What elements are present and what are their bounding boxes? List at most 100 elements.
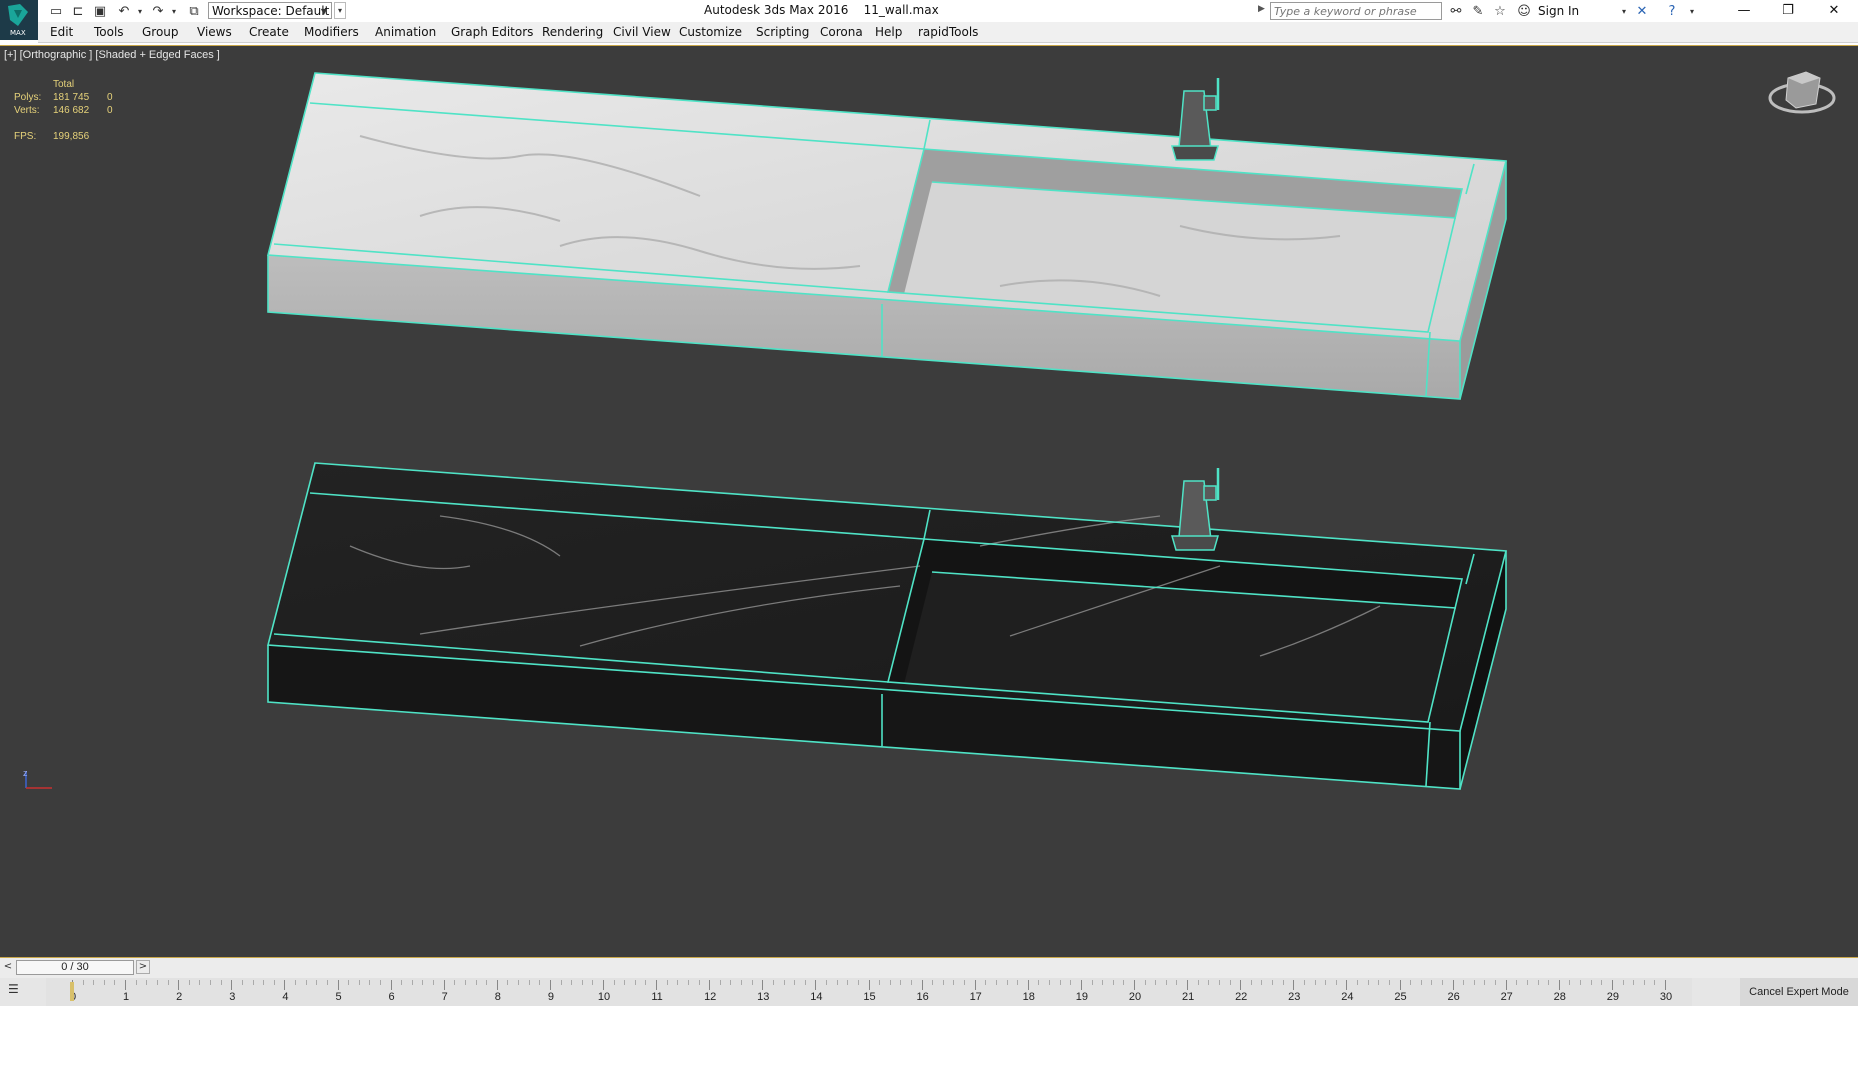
tick-label: 10 [597,991,611,1003]
menu-customize[interactable]: Customize [679,25,742,39]
sign-in-button[interactable]: Sign In [1538,4,1579,18]
tick-mark [1558,980,1560,990]
favorites-star-icon[interactable]: ☆ [1492,3,1508,19]
tick-label: 4 [282,991,289,1003]
search-expand-icon[interactable]: ▶ [1258,4,1265,14]
verts-value: 146 682 [53,105,90,116]
tick-minor-mark [1038,980,1040,985]
app-logo-button[interactable]: MAX [0,0,38,40]
tick-mark [762,980,764,990]
open-file-icon[interactable]: ⊏ [70,3,86,19]
menu-create[interactable]: Create [249,25,289,39]
time-slider-next-button[interactable]: > [136,960,150,974]
menu-bar: Edit Tools Group Views Create Modifiers … [38,22,1858,43]
viewport-label[interactable]: [+] [Orthographic ] [Shaded + Edged Face… [4,49,220,61]
menu-animation[interactable]: Animation [375,25,436,39]
tick-mark [815,980,817,990]
help-dropdown-icon[interactable]: ▾ [1684,3,1700,19]
tick-minor-mark [475,980,477,985]
customize-toolbar-icon[interactable]: ▾ [334,2,346,19]
time-slider-prev-button[interactable]: < [2,960,14,974]
curve-editor-toggle-icon[interactable]: ☰ [8,982,30,1000]
tick-minor-mark [1144,980,1146,985]
menu-help[interactable]: Help [875,25,902,39]
tick-mark [1080,980,1082,990]
menu-modifiers[interactable]: Modifiers [304,25,359,39]
tick-minor-mark [82,980,84,985]
viewcube[interactable] [1768,71,1836,114]
cancel-expert-mode-button[interactable]: Cancel Expert Mode [1740,978,1858,1006]
tick-mark [549,980,551,990]
search-input[interactable] [1270,2,1442,20]
subscription-icon[interactable]: ✎ [1470,3,1486,19]
minimize-icon[interactable]: — [1722,0,1766,22]
viewport-scene[interactable]: z [0,46,1858,958]
tick-minor-mark [528,980,530,985]
menu-corona[interactable]: Corona [820,25,863,39]
menu-graph-editors[interactable]: Graph Editors [451,25,533,39]
tick-label: 29 [1606,991,1620,1003]
save-file-icon[interactable]: ▣ [92,3,108,19]
axis-tripod-icon: z [23,768,52,789]
tick-minor-mark [1123,980,1125,985]
workspace-select[interactable]: Workspace: Default ▼ [208,2,332,19]
restore-icon[interactable]: ❐ [1766,0,1810,22]
tick-minor-mark [1112,980,1114,985]
tick-minor-mark [273,980,275,985]
tick-minor-mark [326,980,328,985]
current-frame-marker[interactable] [70,982,74,1001]
verts-selected: 0 [107,105,113,116]
sign-in-dropdown-icon[interactable]: ▾ [1616,3,1632,19]
tick-minor-mark [953,980,955,985]
tick-label: 18 [1022,991,1035,1003]
tick-minor-mark [772,980,774,985]
tick-mark [603,980,604,990]
menu-edit[interactable]: Edit [50,25,73,39]
white-marble-sink[interactable] [266,72,1508,400]
time-slider-bar: < 0 / 30 > [0,958,1858,978]
tick-mark [1027,980,1029,990]
menu-rendering[interactable]: Rendering [542,25,603,39]
tick-label: 3 [229,991,236,1003]
new-file-icon[interactable]: ▭ [48,3,64,19]
menu-civil-view[interactable]: Civil View [613,25,671,39]
tick-mark [231,980,233,990]
exchange-apps-icon[interactable]: ✕ [1634,3,1650,19]
menu-rapidtools[interactable]: rapidTools [918,25,978,39]
black-marble-sink[interactable] [266,462,1508,790]
tick-mark [1240,980,1242,990]
user-icon[interactable]: ☺ [1516,3,1532,19]
tick-minor-mark [241,980,243,985]
tick-minor-mark [486,980,488,985]
trackbar-timeline[interactable]: 0123456789101112131415161718192021222324… [46,978,1692,1006]
tick-minor-mark [964,980,966,985]
fps-value: 199,856 [53,131,90,142]
help-icon[interactable]: ? [1664,3,1680,19]
stats-header: Total [53,79,75,90]
project-folder-icon[interactable]: ⧉ [186,3,202,19]
tick-label: 12 [704,991,717,1003]
undo-dropdown-icon[interactable]: ▾ [132,3,148,19]
orthographic-viewport[interactable]: z [+] [Orthographic ] [Shaded + Edged Fa… [0,45,1858,958]
time-slider[interactable]: 0 / 30 [16,960,134,975]
menu-views[interactable]: Views [197,25,232,39]
tick-minor-mark [932,980,934,985]
tick-minor-mark [847,980,849,985]
tick-mark [1346,980,1348,990]
menu-group[interactable]: Group [142,25,179,39]
binoculars-icon[interactable]: ⚯ [1448,3,1464,19]
menu-tools[interactable]: Tools [94,25,124,39]
tick-minor-mark [1622,980,1624,985]
redo-icon[interactable]: ↷ [150,3,166,19]
undo-icon[interactable]: ↶ [116,3,132,19]
trackbar: ☰ 01234567891011121314151617181920212223… [0,978,1858,1006]
tick-mark [178,980,180,990]
redo-dropdown-icon[interactable]: ▾ [166,3,182,19]
tick-minor-mark [698,980,700,985]
tick-mark [1665,980,1666,990]
tick-label: 9 [547,991,554,1003]
tick-minor-mark [263,980,265,985]
menu-scripting[interactable]: Scripting [756,25,809,39]
close-icon[interactable]: ✕ [1812,0,1856,22]
tick-minor-mark [751,980,753,985]
